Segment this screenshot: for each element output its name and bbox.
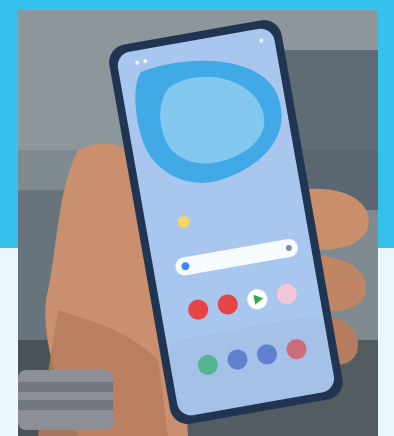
watch-band-link — [18, 400, 113, 410]
image-frame — [0, 0, 394, 436]
photo — [18, 10, 378, 436]
watch-band-link — [18, 382, 113, 392]
photo-illustration — [18, 10, 378, 436]
